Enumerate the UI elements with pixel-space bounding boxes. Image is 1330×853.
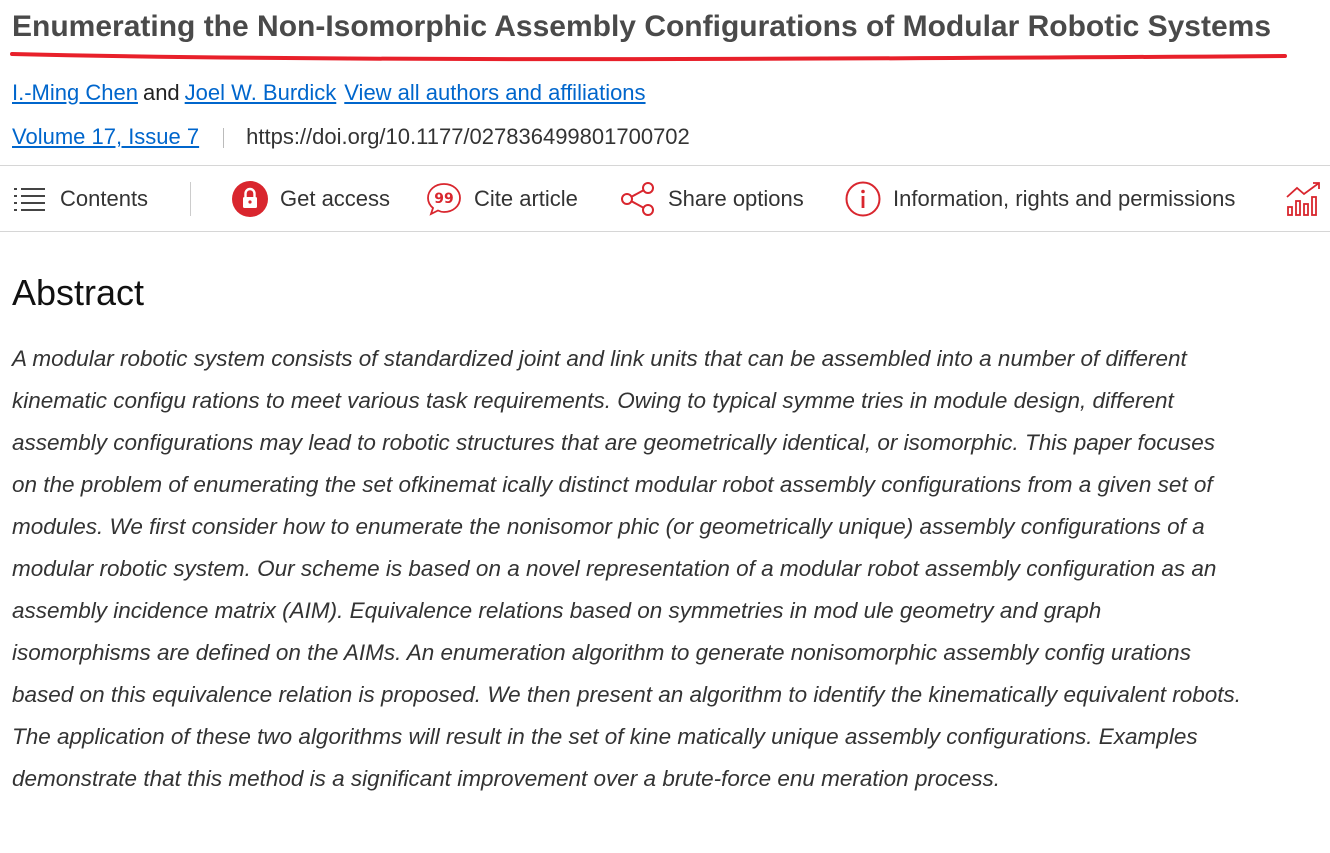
article-meta: Volume 17, Issue 7 https://doi.org/10.117…	[12, 124, 690, 150]
info-icon	[845, 181, 881, 217]
toolbar-divider	[190, 182, 191, 216]
share-options-label: Share options	[668, 186, 804, 211]
cite-article-label: Cite article	[474, 186, 578, 211]
article-toolbar: Contents Get access 99 Cite article Shar…	[0, 165, 1330, 232]
view-all-authors-link[interactable]: View all authors and affiliations	[344, 80, 645, 105]
author-list: I.-Ming Chen and Joel W. Burdick View all a…	[12, 80, 646, 106]
contents-label: Contents	[60, 186, 149, 211]
get-access-button[interactable]: Get access	[232, 166, 390, 232]
lock-icon	[232, 181, 268, 217]
get-access-label: Get access	[280, 186, 391, 211]
abstract-heading: Abstract	[12, 272, 145, 313]
abstract-text: A modular robotic system consists of sta…	[12, 346, 1242, 791]
doi-text: https://doi.org/10.1177/0278364998017007…	[246, 124, 690, 149]
article-title: Enumerating the Non-Isomorphic Assembly …	[12, 10, 1272, 43]
author-link-chen[interactable]: I.-Ming Chen	[12, 80, 138, 105]
volume-issue-link[interactable]: Volume 17, Issue 7	[12, 124, 199, 149]
share-icon	[621, 182, 654, 216]
meta-divider	[223, 128, 225, 149]
contents-button[interactable]: Contents	[14, 166, 148, 232]
list-icon	[14, 188, 45, 211]
quote-icon: 99	[427, 183, 461, 216]
metrics-button[interactable]	[1286, 166, 1322, 232]
svg-text:99: 99	[434, 191, 453, 207]
author-link-burdick[interactable]: Joel W. Burdick	[185, 80, 337, 105]
share-options-button[interactable]: Share options	[620, 166, 804, 232]
title-underline	[10, 52, 1287, 62]
cite-article-button[interactable]: 99 Cite article	[426, 166, 578, 232]
information-rights-button[interactable]: Information, rights and permissions	[845, 166, 1235, 232]
metrics-icon	[1286, 182, 1320, 216]
information-rights-label: Information, rights and permissions	[893, 186, 1236, 211]
author-separator: and	[142, 80, 180, 105]
